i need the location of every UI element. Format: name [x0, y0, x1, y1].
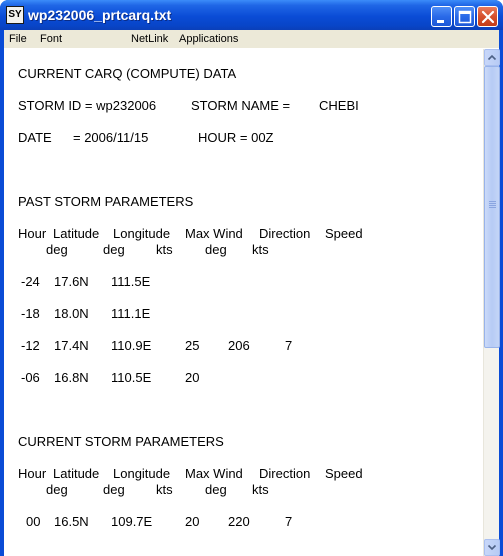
- past-row: -12 17.4N 110.9E 25 206 7: [4, 338, 482, 354]
- cell-max-wind: 20: [185, 514, 200, 529]
- current-column-headers: Hour Latitude Longitude Max Wind Directi…: [4, 466, 482, 482]
- column-header: Longitude: [113, 226, 171, 241]
- maximize-icon: [458, 10, 472, 24]
- cell-latitude: 18.0N: [54, 306, 89, 321]
- column-header: Hour: [18, 466, 47, 481]
- past-unit-headers: deg deg kts deg kts: [4, 242, 482, 258]
- column-header: Latitude: [53, 226, 100, 241]
- storm-id: STORM ID = wp232006: [18, 98, 157, 113]
- past-row: -06 16.8N 110.5E 20: [4, 370, 482, 386]
- unit-label: kts: [252, 482, 269, 497]
- date-value: = 2006/11/15: [73, 130, 149, 145]
- column-header: Max Wind: [185, 466, 243, 481]
- hour-value: HOUR = 00Z: [198, 130, 274, 145]
- past-column-headers: Hour Latitude Longitude Max Wind Directi…: [4, 226, 482, 242]
- past-row: -18 18.0N 111.1E: [4, 306, 482, 322]
- scroll-grip-icon: [489, 207, 496, 208]
- document-heading: CURRENT CARQ (COMPUTE) DATA: [18, 66, 237, 81]
- cell-longitude: 110.5E: [111, 370, 152, 385]
- scroll-grip-icon: [489, 201, 496, 202]
- unit-label: deg: [205, 482, 227, 497]
- unit-label: deg: [46, 242, 68, 257]
- column-header: Latitude: [53, 466, 100, 481]
- current-row: 00 16.5N 109.7E 20 220 7: [4, 514, 482, 530]
- column-header: Speed: [325, 466, 363, 481]
- unit-label: deg: [103, 482, 125, 497]
- date-label: DATE: [18, 130, 52, 145]
- unit-label: kts: [252, 242, 269, 257]
- chevron-up-icon: [487, 54, 497, 61]
- cell-hour: 00: [26, 514, 41, 529]
- menu-bar: File Font NetLink Applications: [4, 30, 499, 48]
- window-title: wp232006_prtcarq.txt: [28, 7, 172, 23]
- cell-direction: 206: [228, 338, 250, 353]
- scroll-grip-icon: [489, 205, 496, 206]
- window-client-area: File Font NetLink Applications CURRENT C…: [4, 30, 500, 556]
- menu-applications[interactable]: Applications: [179, 30, 238, 48]
- vertical-scrollbar[interactable]: [483, 49, 500, 556]
- storm-name-label: STORM NAME =: [191, 98, 291, 113]
- past-section-title: PAST STORM PARAMETERS: [18, 194, 194, 209]
- cell-direction: 220: [228, 514, 250, 529]
- title-bar[interactable]: SY wp232006_prtcarq.txt: [0, 0, 503, 30]
- unit-label: deg: [205, 242, 227, 257]
- cell-speed: 7: [285, 514, 293, 529]
- menu-file[interactable]: File: [9, 30, 27, 48]
- menu-font[interactable]: Font: [40, 30, 62, 48]
- unit-label: kts: [156, 482, 173, 497]
- current-unit-headers: deg deg kts deg kts: [4, 482, 482, 498]
- menu-netlink[interactable]: NetLink: [131, 30, 168, 48]
- unit-label: kts: [156, 242, 173, 257]
- column-header: Direction: [259, 466, 311, 481]
- column-header: Hour: [18, 226, 47, 241]
- cell-latitude: 17.6N: [54, 274, 89, 289]
- app-window: SY wp232006_prtcarq.txt File Font NetLin…: [0, 0, 503, 556]
- current-section-title: CURRENT STORM PARAMETERS: [18, 434, 224, 449]
- column-header: Longitude: [113, 466, 171, 481]
- close-button[interactable]: [477, 6, 498, 27]
- cell-max-wind: 25: [185, 338, 200, 353]
- minimize-icon: [437, 20, 444, 23]
- column-header: Max Wind: [185, 226, 243, 241]
- past-row: -24 17.6N 111.5E: [4, 274, 482, 290]
- unit-label: deg: [103, 242, 125, 257]
- cell-longitude: 109.7E: [111, 514, 153, 529]
- maximize-button[interactable]: [454, 6, 475, 27]
- scroll-grip-icon: [489, 203, 496, 204]
- column-header: Speed: [325, 226, 363, 241]
- app-icon[interactable]: SY: [6, 6, 24, 24]
- cell-latitude: 16.5N: [54, 514, 89, 529]
- column-header: Direction: [259, 226, 311, 241]
- cell-hour: -24: [21, 274, 40, 289]
- cell-max-wind: 20: [185, 370, 200, 385]
- minimize-button[interactable]: [431, 6, 452, 27]
- cell-longitude: 111.1E: [111, 306, 151, 321]
- cell-latitude: 16.8N: [54, 370, 89, 385]
- cell-hour: -12: [21, 338, 40, 353]
- cell-longitude: 111.5E: [111, 274, 151, 289]
- cell-latitude: 17.4N: [54, 338, 89, 353]
- storm-name-value: CHEBI: [319, 98, 359, 113]
- cell-hour: -18: [21, 306, 40, 321]
- unit-label: deg: [46, 482, 68, 497]
- scroll-down-button[interactable]: [484, 539, 500, 556]
- text-document-area[interactable]: CURRENT CARQ (COMPUTE) DATA STORM ID = w…: [4, 49, 482, 556]
- close-icon: [481, 10, 495, 24]
- scroll-up-button[interactable]: [484, 49, 500, 66]
- scroll-thumb[interactable]: [484, 66, 500, 348]
- cell-longitude: 110.9E: [111, 338, 152, 353]
- chevron-down-icon: [487, 544, 497, 551]
- cell-hour: -06: [21, 370, 40, 385]
- cell-speed: 7: [285, 338, 293, 353]
